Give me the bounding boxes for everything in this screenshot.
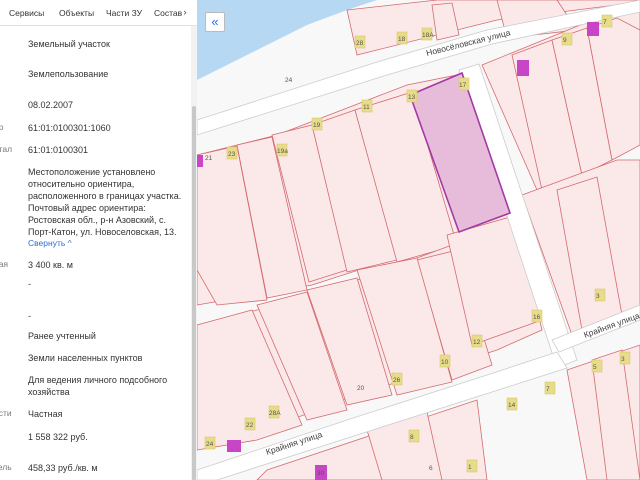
tabs-bar: Сервисы Объекты Части ЗУ Состав › <box>0 0 197 26</box>
building-2 <box>517 60 529 76</box>
house-number: 6 <box>429 465 433 472</box>
house-number: 30 <box>317 470 325 477</box>
quarter-value: 61:01:0100301 <box>28 145 89 155</box>
house-number: 19а <box>277 148 288 155</box>
house-number: 12 <box>473 339 481 346</box>
ownership-label: ости <box>0 408 12 418</box>
building-3 <box>227 440 241 452</box>
panel-scrollbar[interactable] <box>191 26 197 480</box>
tab-objects[interactable]: Объекты <box>59 8 94 18</box>
house-number: 16 <box>533 314 541 321</box>
tab-parts[interactable]: Части ЗУ <box>106 8 142 18</box>
scrollbar-thumb[interactable] <box>192 106 196 480</box>
quarter-label: ртал <box>0 144 13 154</box>
house-number: 3 <box>596 293 600 300</box>
house-number: 19 <box>313 122 321 129</box>
building-1 <box>587 22 599 36</box>
empty-value-2: - <box>28 311 31 321</box>
unit-price-label: тель <box>0 462 12 472</box>
area-value: 3 400 кв. м <box>28 260 73 270</box>
house-number: 13 <box>408 94 416 101</box>
tab-services[interactable]: Сервисы <box>9 8 44 18</box>
info-panel: Сервисы Объекты Части ЗУ Состав › Земель… <box>0 0 197 480</box>
house-number: 11 <box>363 104 370 111</box>
category-value: Земли населенных пунктов <box>28 353 143 363</box>
cadastral-number-label: ер <box>0 122 4 132</box>
ownership-value: Частная <box>28 409 63 419</box>
house-number: 14 <box>508 402 516 409</box>
house-number: 10 <box>441 359 449 366</box>
property-rows: Земельный участок Землепользование 08.02… <box>0 26 191 480</box>
house-number: 5 <box>593 364 597 371</box>
object-type-value: Земельный участок <box>28 39 110 49</box>
house-number: 18А <box>422 32 434 39</box>
house-number: 26 <box>393 377 401 384</box>
unit-price-value: 458,33 руб./кв. м <box>28 463 98 473</box>
house-number: 22 <box>246 422 254 429</box>
house-number: 24 <box>206 441 214 448</box>
house-number: 9 <box>563 37 567 44</box>
house-number: 28 <box>356 40 364 47</box>
land-use-value: Землепользование <box>28 69 109 79</box>
cadastral-map[interactable]: 28 18 18А 24 7 9 11 13 19 23 21 19а 17 1… <box>197 0 640 480</box>
house-number: 24 <box>285 77 293 84</box>
house-number: 28А <box>269 410 281 417</box>
house-number: 7 <box>546 386 550 393</box>
house-number: 21 <box>205 155 213 162</box>
tabs-scroll-right-icon[interactable]: › <box>178 5 192 19</box>
house-number: 8 <box>410 434 414 441</box>
house-number: 7 <box>603 19 607 26</box>
area-label: ная <box>0 259 9 269</box>
collapse-panel-button[interactable]: « <box>205 12 225 32</box>
permitted-use-value: Для ведения личного подсобного хозяйства <box>28 375 168 397</box>
cadastral-number-value: 61:01:0100301:1060 <box>28 123 111 133</box>
building-5 <box>197 155 203 167</box>
map-canvas[interactable]: 28 18 18А 24 7 9 11 13 19 23 21 19а 17 1… <box>197 0 640 480</box>
collapse-link[interactable]: Свернуть ^ <box>28 238 72 248</box>
house-number: 17 <box>459 82 467 89</box>
status-value: Ранее учтенный <box>28 331 96 341</box>
cadastral-value-value: 1 558 322 руб. <box>28 432 88 442</box>
house-number: 3 <box>621 356 625 363</box>
address-value: Местоположение установлено относительно … <box>28 167 182 237</box>
house-number: 23 <box>228 151 236 158</box>
house-number: 20 <box>357 385 365 392</box>
empty-value-1: - <box>28 279 31 289</box>
house-number: 1 <box>468 464 472 471</box>
house-number: 18 <box>398 36 406 43</box>
date-value: 08.02.2007 <box>28 100 74 110</box>
